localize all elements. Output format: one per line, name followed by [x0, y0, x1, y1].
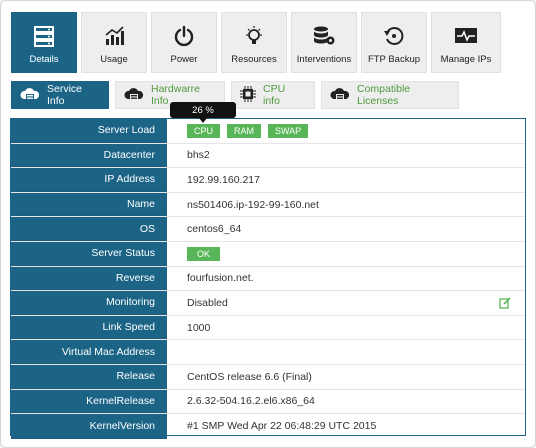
table-row: Reverse fourfusion.net. — [11, 266, 525, 292]
sub-tab-bar: Service Info Hardwarre Info CPU info Com… — [11, 81, 465, 109]
table-row: IP Address 192.99.160.217 — [11, 168, 525, 193]
row-label: Server Load — [11, 119, 167, 143]
row-label: Monitoring — [11, 291, 167, 315]
row-label: Link Speed — [11, 315, 167, 340]
row-value: fourfusion.net. — [187, 272, 254, 285]
server-load-value: CPU RAM SWAP — [167, 119, 525, 143]
row-label: Server Status — [11, 241, 167, 266]
tab-label: Interventions — [296, 54, 352, 65]
table-row: Name ns501406.ip-192-99-160.net — [11, 192, 525, 218]
status-badge: OK — [187, 246, 221, 261]
row-label: KernelVersion — [11, 414, 167, 439]
swap-load-badge[interactable]: SWAP — [268, 123, 309, 138]
tab-manage-ips[interactable]: Manage IPs — [431, 12, 501, 73]
tab-cpu-info[interactable]: CPU info — [231, 81, 315, 109]
tab-power[interactable]: Power — [151, 12, 217, 73]
cloud-server-icon — [330, 86, 350, 105]
row-label: Datacenter — [11, 143, 167, 168]
table-row: Server Status OK — [11, 241, 525, 267]
bulb-icon — [243, 21, 265, 51]
table-row: Release CentOS release 6.6 (Final) — [11, 364, 525, 390]
chart-icon — [103, 21, 125, 51]
row-label: IP Address — [11, 168, 167, 192]
tab-service-info[interactable]: Service Info — [11, 81, 109, 109]
tab-label: Usage — [100, 54, 128, 65]
server-icon — [33, 21, 55, 51]
row-label: Virtual Mac Address — [11, 340, 167, 364]
cloud-server-icon — [20, 86, 40, 105]
monitor-pulse-icon — [454, 21, 478, 51]
row-label: OS — [11, 217, 167, 241]
tab-ftp-backup[interactable]: FTP Backup — [361, 12, 427, 73]
tab-resources[interactable]: Resources — [221, 12, 287, 73]
row-value: CentOS release 6.6 (Final) — [187, 370, 312, 383]
tab-label: CPU info — [263, 83, 286, 107]
row-value — [167, 340, 525, 364]
tab-details[interactable]: Details — [11, 12, 77, 73]
service-info-table: Server Load CPU RAM SWAP Datacenter bhs2… — [10, 118, 526, 439]
table-row: Virtual Mac Address — [11, 340, 525, 365]
ram-load-badge[interactable]: RAM — [227, 123, 262, 138]
edit-icon[interactable] — [499, 297, 511, 312]
row-label: KernelRelease — [11, 389, 167, 414]
tab-interventions[interactable]: Interventions — [291, 12, 357, 73]
row-value: 1000 — [187, 321, 211, 334]
row-value: 192.99.160.217 — [187, 173, 260, 186]
tab-label: Details — [29, 54, 59, 65]
tab-usage[interactable]: Usage — [81, 12, 147, 73]
row-label: Name — [11, 192, 167, 217]
restore-icon — [383, 21, 405, 51]
row-value: bhs2 — [187, 149, 210, 162]
row-label: Reverse — [11, 266, 167, 291]
power-icon — [173, 21, 195, 51]
cloud-server-icon — [124, 86, 144, 105]
cpu-load-badge[interactable]: CPU — [187, 123, 221, 138]
row-value: #1 SMP Wed Apr 22 06:48:29 UTC 2015 — [187, 420, 377, 433]
server-details-panel: Details Usage Power Resources Interventi… — [0, 0, 536, 448]
table-row: KernelRelease 2.6.32-504.16.2.el6.x86_64 — [11, 389, 525, 415]
top-tab-bar: Details Usage Power Resources Interventi… — [11, 12, 505, 73]
cpu-load-tooltip: 26 % — [170, 102, 236, 123]
row-value: ns501406.ip-192-99-160.net — [187, 198, 319, 211]
monitoring-value: Disabled — [167, 291, 525, 315]
tab-compatible-licenses[interactable]: Compatible Licenses — [321, 81, 459, 109]
table-row: KernelVersion #1 SMP Wed Apr 22 06:48:29… — [11, 414, 525, 439]
table-row: Link Speed 1000 — [11, 315, 525, 341]
row-value: 2.6.32-504.16.2.el6.x86_64 — [187, 395, 315, 408]
tab-label: Manage IPs — [440, 54, 492, 65]
row-value: Disabled — [187, 296, 228, 309]
table-row: OS centos6_64 — [11, 217, 525, 242]
database-gear-icon — [312, 21, 336, 51]
table-row: Monitoring Disabled — [11, 291, 525, 316]
server-status-value: OK — [167, 242, 525, 266]
tab-label: Compatible Licenses — [357, 83, 411, 107]
row-value: centos6_64 — [187, 223, 242, 236]
tab-label: Service Info — [47, 83, 83, 107]
tab-label: Power — [170, 54, 198, 65]
table-row: Datacenter bhs2 — [11, 143, 525, 169]
tab-label: Resources — [231, 54, 277, 65]
row-label: Release — [11, 364, 167, 389]
cpu-chip-icon — [240, 85, 256, 105]
table-row: Server Load CPU RAM SWAP — [11, 119, 525, 144]
tab-label: FTP Backup — [367, 54, 421, 65]
